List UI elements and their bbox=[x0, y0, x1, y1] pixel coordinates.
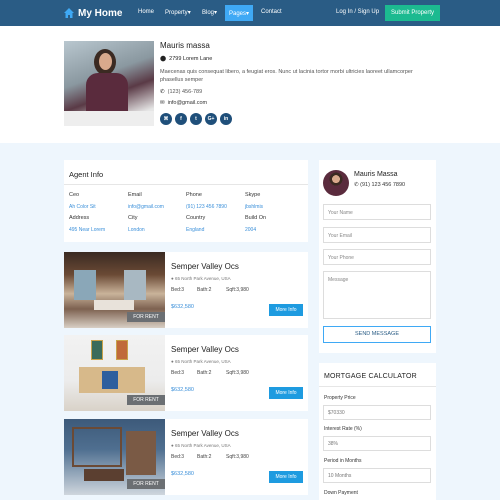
info-value: 2004 bbox=[245, 227, 257, 233]
listing-address: ● 65 North Park Avenue, USA bbox=[171, 443, 231, 448]
property-price-input[interactable]: $70330 bbox=[323, 405, 431, 420]
rss-icon[interactable]: ⌘ bbox=[160, 113, 172, 125]
more-info-button[interactable]: More Info bbox=[269, 387, 303, 399]
agent-phone: ✆ (123) 456-789 bbox=[160, 89, 203, 95]
mortgage-title: MORTGAGE CALCULATOR bbox=[324, 373, 417, 380]
period-label: Period in Months bbox=[324, 458, 362, 464]
envelope-icon: ✉ bbox=[160, 100, 165, 106]
listing-price: $632,580 bbox=[171, 387, 194, 393]
agent-profile-section bbox=[0, 26, 500, 143]
name-input[interactable]: Your Name bbox=[323, 204, 431, 220]
info-value: 495 Near Lorem bbox=[69, 227, 106, 233]
agent-email[interactable]: ✉ info@gmail.com bbox=[160, 100, 207, 106]
top-navbar: My Home Home Property▾ Blog▾ Pages▾ Cont… bbox=[0, 0, 500, 26]
twitter-icon[interactable]: t bbox=[190, 113, 202, 125]
listing-price: $632,580 bbox=[171, 304, 194, 310]
caret-down-icon: ▾ bbox=[246, 11, 250, 17]
nav-blog[interactable]: Blog▾ bbox=[202, 9, 217, 16]
property-image[interactable]: FOR RENT bbox=[64, 252, 165, 328]
listing-beds: Bed:3 bbox=[171, 287, 185, 293]
listing-baths: Bath:2 bbox=[197, 454, 212, 460]
listing-baths: Bath:2 bbox=[197, 370, 212, 376]
contact-agent-name: Mauris Massa bbox=[354, 171, 398, 178]
login-signup-link[interactable]: Log In / Sign Up bbox=[336, 9, 379, 15]
info-label: Phone bbox=[186, 192, 202, 198]
send-message-button[interactable]: SEND MESSAGE bbox=[323, 326, 431, 343]
listing-baths: Bath:2 bbox=[197, 287, 212, 293]
message-textarea[interactable]: Message bbox=[323, 271, 431, 319]
listing-sqft: Sqft:3,980 bbox=[226, 454, 249, 460]
agent-address: ⬤ 2799 Lorem Lane bbox=[160, 56, 213, 62]
info-label: Email bbox=[128, 192, 142, 198]
listing-beds: Bed:3 bbox=[171, 454, 185, 460]
info-value[interactable]: info@gmail.com bbox=[128, 204, 164, 210]
period-input[interactable]: 10 Months bbox=[323, 468, 431, 483]
brand-name: My Home bbox=[78, 7, 123, 19]
listing-title[interactable]: Semper Valley Ocs bbox=[171, 262, 239, 271]
listing-address: ● 65 North Park Avenue, USA bbox=[171, 276, 231, 281]
info-label: Ceo bbox=[69, 192, 80, 198]
caret-down-icon: ▾ bbox=[214, 10, 218, 16]
submit-property-button[interactable]: Submit Property bbox=[385, 5, 440, 21]
info-value: jbshlmis bbox=[245, 204, 264, 210]
nav-property[interactable]: Property▾ bbox=[165, 9, 191, 16]
contact-agent-card: Mauris Massa ✆ (91) 123 456 7890 Your Na… bbox=[319, 160, 436, 353]
agent-info-card: Agent Info Ceo Ah Color Sit Email info@g… bbox=[64, 160, 308, 242]
info-label: City bbox=[128, 215, 138, 221]
avatar bbox=[323, 170, 349, 196]
down-payment-label: Down Payment bbox=[324, 490, 358, 496]
email-input[interactable]: Your Email bbox=[323, 227, 431, 243]
property-listing: FOR RENT Semper Valley Ocs ● 65 North Pa… bbox=[64, 335, 308, 411]
property-image[interactable]: FOR RENT bbox=[64, 335, 165, 411]
more-info-button[interactable]: More Info bbox=[269, 471, 303, 483]
caret-down-icon: ▾ bbox=[187, 10, 191, 16]
info-value: (91) 123 456 7890 bbox=[186, 204, 227, 210]
agent-photo bbox=[64, 41, 154, 126]
property-listing: FOR RENT Semper Valley Ocs ● 65 North Pa… bbox=[64, 252, 308, 328]
home-icon bbox=[64, 8, 74, 18]
brand-logo[interactable]: My Home bbox=[64, 6, 122, 20]
agent-name: Mauris massa bbox=[160, 41, 210, 50]
nav-home[interactable]: Home bbox=[138, 9, 154, 15]
linkedin-icon[interactable]: in bbox=[220, 113, 232, 125]
map-marker-icon: ⬤ bbox=[160, 56, 167, 62]
info-label: Country bbox=[186, 215, 206, 221]
listing-title[interactable]: Semper Valley Ocs bbox=[171, 345, 239, 354]
info-label: Build On bbox=[245, 215, 267, 221]
property-listing: FOR RENT Semper Valley Ocs ● 65 North Pa… bbox=[64, 419, 308, 495]
for-rent-badge: FOR RENT bbox=[127, 312, 165, 322]
social-links: ⌘ f t G+ in bbox=[160, 113, 232, 125]
listing-address: ● 65 North Park Avenue, USA bbox=[171, 359, 231, 364]
info-value: Ah Color Sit bbox=[69, 204, 96, 210]
info-label: Skype bbox=[245, 192, 261, 198]
listing-sqft: Sqft:3,980 bbox=[226, 370, 249, 376]
listing-sqft: Sqft:3,980 bbox=[226, 287, 249, 293]
interest-rate-label: Interest Rate (%) bbox=[324, 426, 362, 432]
agent-description: Maecenas quis consequat libero, a feugia… bbox=[160, 69, 413, 83]
interest-rate-input[interactable]: 38% bbox=[323, 436, 431, 451]
divider bbox=[64, 184, 308, 185]
property-image[interactable]: FOR RENT bbox=[64, 419, 165, 495]
listing-title[interactable]: Semper Valley Ocs bbox=[171, 429, 239, 438]
mortgage-calculator-card: MORTGAGE CALCULATOR Property Price $7033… bbox=[319, 363, 436, 500]
property-price-label: Property Price bbox=[324, 395, 356, 401]
info-value: England bbox=[186, 227, 205, 233]
for-rent-badge: FOR RENT bbox=[127, 395, 165, 405]
agent-info-title: Agent Info bbox=[69, 170, 104, 179]
nav-contact[interactable]: Contact bbox=[261, 9, 282, 15]
contact-agent-phone: ✆ (91) 123 456 7890 bbox=[354, 182, 406, 188]
google-plus-icon[interactable]: G+ bbox=[205, 113, 217, 125]
info-value: London bbox=[128, 227, 145, 233]
phone-icon: ✆ bbox=[160, 89, 165, 95]
listing-beds: Bed:3 bbox=[171, 370, 185, 376]
more-info-button[interactable]: More Info bbox=[269, 304, 303, 316]
info-label: Address bbox=[69, 215, 90, 221]
nav-pages[interactable]: Pages▾ bbox=[225, 5, 254, 21]
for-rent-badge: FOR RENT bbox=[127, 479, 165, 489]
phone-input[interactable]: Your Phone bbox=[323, 249, 431, 265]
facebook-icon[interactable]: f bbox=[175, 113, 187, 125]
listing-price: $632,580 bbox=[171, 471, 194, 477]
divider bbox=[319, 386, 436, 387]
